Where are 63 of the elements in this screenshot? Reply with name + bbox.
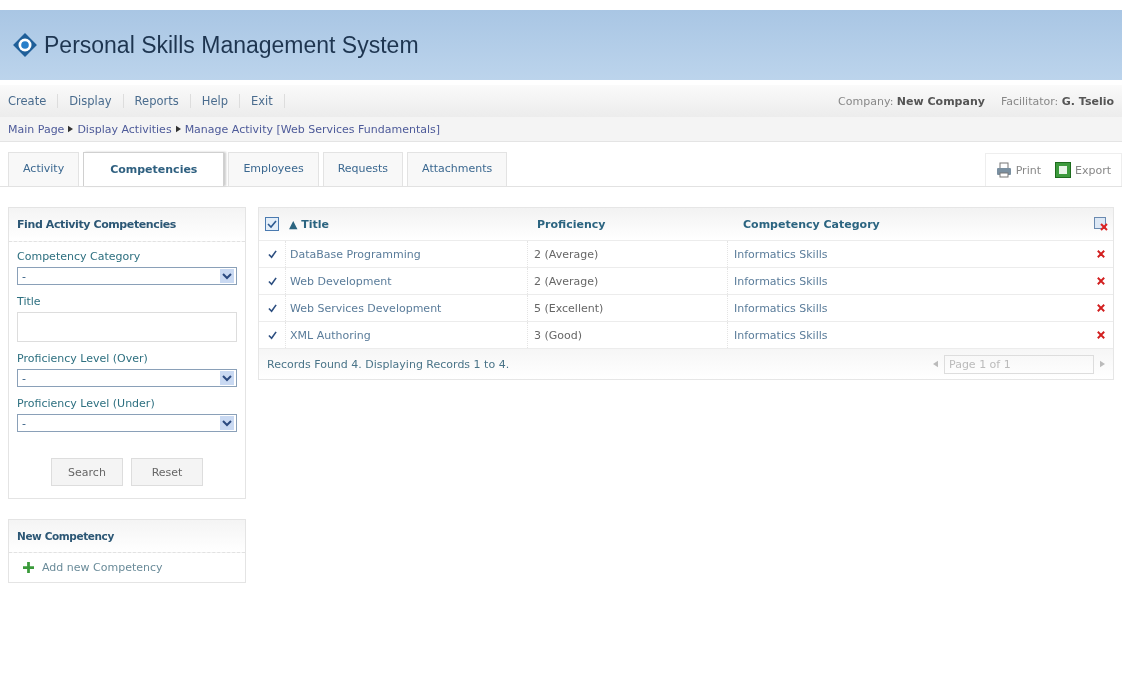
- tab[interactable]: Requests: [322, 152, 404, 186]
- column-header[interactable]: Proficiency: [531, 217, 737, 231]
- tab[interactable]: Attachments: [407, 152, 508, 186]
- check-icon: [267, 276, 277, 286]
- check-icon: [267, 303, 277, 313]
- menu-item[interactable]: Reports: [123, 94, 191, 108]
- menu-item[interactable]: Create: [8, 94, 59, 108]
- table-cell: 5 (Excellent): [527, 295, 727, 321]
- dropdown[interactable]: -: [17, 414, 237, 432]
- menu-item[interactable]: Help: [190, 94, 240, 108]
- panel-title: New Competency: [9, 520, 245, 553]
- table-cell[interactable]: Web Development: [285, 268, 527, 294]
- delete-icon[interactable]: [1097, 277, 1105, 285]
- delete-all-icon[interactable]: [1094, 217, 1108, 231]
- field-label: Competency Category: [17, 250, 142, 263]
- input-field[interactable]: [17, 312, 237, 342]
- tab[interactable]: Competencies: [83, 152, 225, 186]
- delete-icon[interactable]: [1097, 331, 1105, 339]
- field-label: Proficiency Level (Under): [17, 397, 156, 410]
- app-title: Personal Skills Management System: [44, 31, 419, 59]
- printer-icon: [995, 162, 1012, 178]
- table-cell: 2 (Average): [527, 241, 727, 267]
- table-cell[interactable]: DataBase Programming: [285, 241, 527, 267]
- menu-item[interactable]: Display: [58, 94, 124, 108]
- table-cell: Informatics Skills: [727, 268, 1089, 294]
- table-cell: 3 (Good): [527, 322, 727, 348]
- table-cell[interactable]: Web Services Development: [285, 295, 527, 321]
- field-label: Title: [17, 295, 42, 308]
- action-link[interactable]: Export: [1055, 162, 1111, 178]
- table-cell: Informatics Skills: [727, 295, 1089, 321]
- column-header[interactable]: ▲ Title: [285, 217, 531, 231]
- delete-icon[interactable]: [1097, 304, 1105, 312]
- menu-item[interactable]: Exit: [239, 94, 285, 108]
- breadcrumb-link[interactable]: Main Page: [8, 122, 65, 136]
- facilitator-info: Facilitator: G. Tselio: [1000, 94, 1114, 108]
- dropdown[interactable]: -: [17, 369, 237, 387]
- table-cell[interactable]: XML Authoring: [285, 322, 527, 348]
- add-link[interactable]: Add new Competency: [9, 553, 245, 582]
- select-all-icon[interactable]: [265, 217, 279, 231]
- breadcrumb-link[interactable]: Manage Activity [Web Services Fundamentals]: [184, 122, 441, 136]
- action-link[interactable]: Print: [995, 162, 1041, 178]
- table-cell: 2 (Average): [527, 268, 727, 294]
- form-button[interactable]: Reset: [131, 458, 203, 486]
- tab[interactable]: Employees: [228, 152, 319, 186]
- table-cell: Informatics Skills: [727, 322, 1089, 348]
- dropdown[interactable]: -: [17, 267, 237, 285]
- logo-icon: [12, 32, 38, 58]
- company-info: Company: New Company: [838, 94, 985, 108]
- plus-icon: [23, 562, 34, 573]
- spreadsheet-icon: [1055, 162, 1071, 178]
- column-header[interactable]: Competency Category: [737, 217, 1089, 231]
- breadcrumb-arrow-icon: [175, 125, 181, 133]
- breadcrumb-link[interactable]: Display Activities: [77, 122, 172, 136]
- panel-title: Find Activity Competencies: [9, 208, 245, 242]
- form-button[interactable]: Search: [51, 458, 123, 486]
- breadcrumb-arrow-icon: [68, 125, 74, 133]
- table-cell: Informatics Skills: [727, 241, 1089, 267]
- tab[interactable]: Activity: [8, 152, 80, 186]
- check-icon: [267, 330, 277, 340]
- delete-icon[interactable]: [1097, 250, 1105, 258]
- records-summary: Records Found 4. Displaying Records 1 to 4.: [267, 357, 510, 371]
- field-label: Proficiency Level (Over): [17, 352, 149, 365]
- check-icon: [267, 249, 277, 259]
